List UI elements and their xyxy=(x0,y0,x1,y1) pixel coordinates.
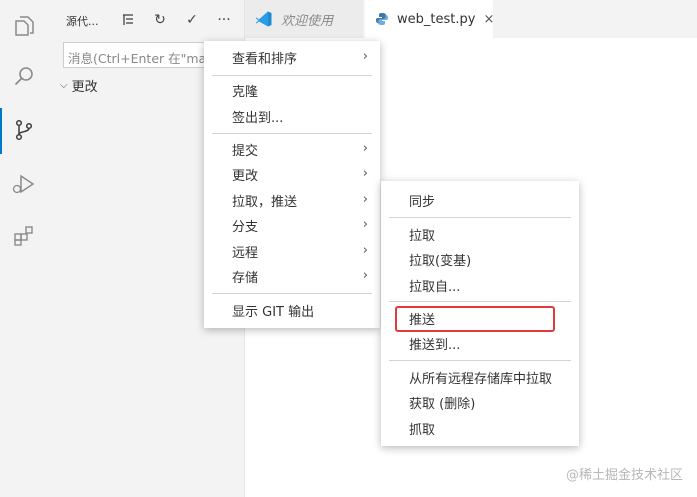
chevron-right-icon: › xyxy=(362,243,368,258)
menu-separator xyxy=(212,293,372,294)
submenu-item-label: 从所有远程存储库中拉取 xyxy=(409,372,553,387)
files-icon[interactable] xyxy=(8,10,40,42)
menu-item-label: 远程 xyxy=(232,246,259,261)
submenu-item-label: 拉取 xyxy=(409,229,436,244)
menu-item-commit[interactable]: 提交 › xyxy=(204,137,380,162)
run-debug-icon[interactable] xyxy=(8,168,40,200)
menu-item-label: 查看和排序 xyxy=(232,52,298,67)
chevron-right-icon: › xyxy=(362,166,368,181)
editor-tabbar: 欢迎使用 web_test.py × xyxy=(245,0,697,38)
menu-item-checkout[interactable]: 签出到... xyxy=(204,104,380,129)
activity-bar xyxy=(0,0,49,497)
submenu-item-label: 拉取(变基) xyxy=(409,254,472,269)
menu-item-show-git-output[interactable]: 显示 GIT 输出 xyxy=(204,298,380,323)
active-indicator xyxy=(0,108,2,154)
view-as-tree-icon[interactable] xyxy=(112,9,144,31)
chevron-right-icon: › xyxy=(362,217,368,232)
changes-group[interactable]: ⌵ 更改 xyxy=(60,76,98,95)
menu-item-remote[interactable]: 远程 › xyxy=(204,239,380,264)
submenu-item-label: 拉取自... xyxy=(409,280,461,295)
menu-item-label: 克隆 xyxy=(232,85,259,100)
submenu-item-sync[interactable]: 同步 xyxy=(381,188,579,213)
menu-item-label: 分支 xyxy=(232,220,259,235)
submenu-item-push-to[interactable]: 推送到... xyxy=(381,331,579,356)
menu-separator xyxy=(389,360,571,361)
sidebar-actions: ↻ ✓ ··· xyxy=(112,9,240,31)
extensions-icon[interactable] xyxy=(8,220,40,252)
chevron-right-icon: › xyxy=(362,192,368,207)
changes-label: 更改 xyxy=(71,80,98,95)
submenu-item-label: 推送 xyxy=(409,313,436,328)
commit-check-icon[interactable]: ✓ xyxy=(176,9,208,31)
menu-separator xyxy=(212,75,372,76)
menu-item-changes[interactable]: 更改 › xyxy=(204,162,380,187)
watermark: @稀土掘金技术社区 xyxy=(565,468,683,483)
menu-item-label: 拉取，推送 xyxy=(232,195,298,210)
menu-separator xyxy=(212,133,372,134)
menu-item-pull-push[interactable]: 拉取，推送 › xyxy=(204,188,380,213)
tab-file-label: web_test.py xyxy=(397,11,476,27)
submenu-item-pull-rebase[interactable]: 拉取(变基) xyxy=(381,247,579,272)
source-control-icon[interactable] xyxy=(8,114,40,146)
main-context-menu: 查看和排序 › 克隆 签出到... 提交 › 更改 › 拉取，推送 › 分支 ›… xyxy=(204,41,380,328)
submenu-item-label: 同步 xyxy=(409,195,436,210)
search-icon[interactable] xyxy=(8,60,40,92)
menu-item-stash[interactable]: 存储 › xyxy=(204,264,380,289)
menu-item-label: 签出到... xyxy=(232,111,284,126)
menu-item-branch[interactable]: 分支 › xyxy=(204,213,380,238)
menu-item-label: 更改 xyxy=(232,169,259,184)
submenu-item-pull[interactable]: 拉取 xyxy=(381,222,579,247)
submenu-item-label: 获取 (删除) xyxy=(409,397,476,412)
close-icon[interactable]: × xyxy=(483,12,494,27)
refresh-icon[interactable]: ↻ xyxy=(144,9,176,31)
submenu-item-push[interactable]: 推送 xyxy=(381,306,579,331)
menu-separator xyxy=(389,301,571,302)
menu-item-label: 提交 xyxy=(232,144,259,159)
menu-item-clone[interactable]: 克隆 xyxy=(204,78,380,103)
python-file-icon xyxy=(375,12,389,26)
menu-item-label: 存储 xyxy=(232,271,259,286)
submenu-item-fetch[interactable]: 抓取 xyxy=(381,416,579,441)
chevron-right-icon: › xyxy=(362,141,368,156)
menu-item-label: 显示 GIT 输出 xyxy=(232,305,315,320)
submenu-item-pull-from[interactable]: 拉取自... xyxy=(381,273,579,298)
submenu-item-label: 推送到... xyxy=(409,338,461,353)
menu-separator xyxy=(389,217,571,218)
chevron-right-icon: › xyxy=(362,268,368,283)
chevron-right-icon: › xyxy=(362,49,368,64)
menu-item-view-sort[interactable]: 查看和排序 › xyxy=(204,45,380,70)
sidebar-title: 源代... xyxy=(66,15,99,28)
more-actions-icon[interactable]: ··· xyxy=(208,9,240,31)
tab-welcome[interactable]: 欢迎使用 xyxy=(245,0,364,38)
tab-welcome-label: 欢迎使用 xyxy=(281,13,334,29)
submenu-item-fetch-prune[interactable]: 获取 (删除) xyxy=(381,390,579,415)
chevron-down-icon: ⌵ xyxy=(60,80,68,91)
tab-web-test-py[interactable]: web_test.py × xyxy=(365,0,494,38)
pull-push-submenu: 同步 拉取 拉取(变基) 拉取自... 推送 推送到... 从所有远程存储库中拉… xyxy=(381,181,579,446)
submenu-item-pull-all-remotes[interactable]: 从所有远程存储库中拉取 xyxy=(381,365,579,390)
vscode-logo-icon xyxy=(255,10,273,28)
submenu-item-label: 抓取 xyxy=(409,423,436,438)
